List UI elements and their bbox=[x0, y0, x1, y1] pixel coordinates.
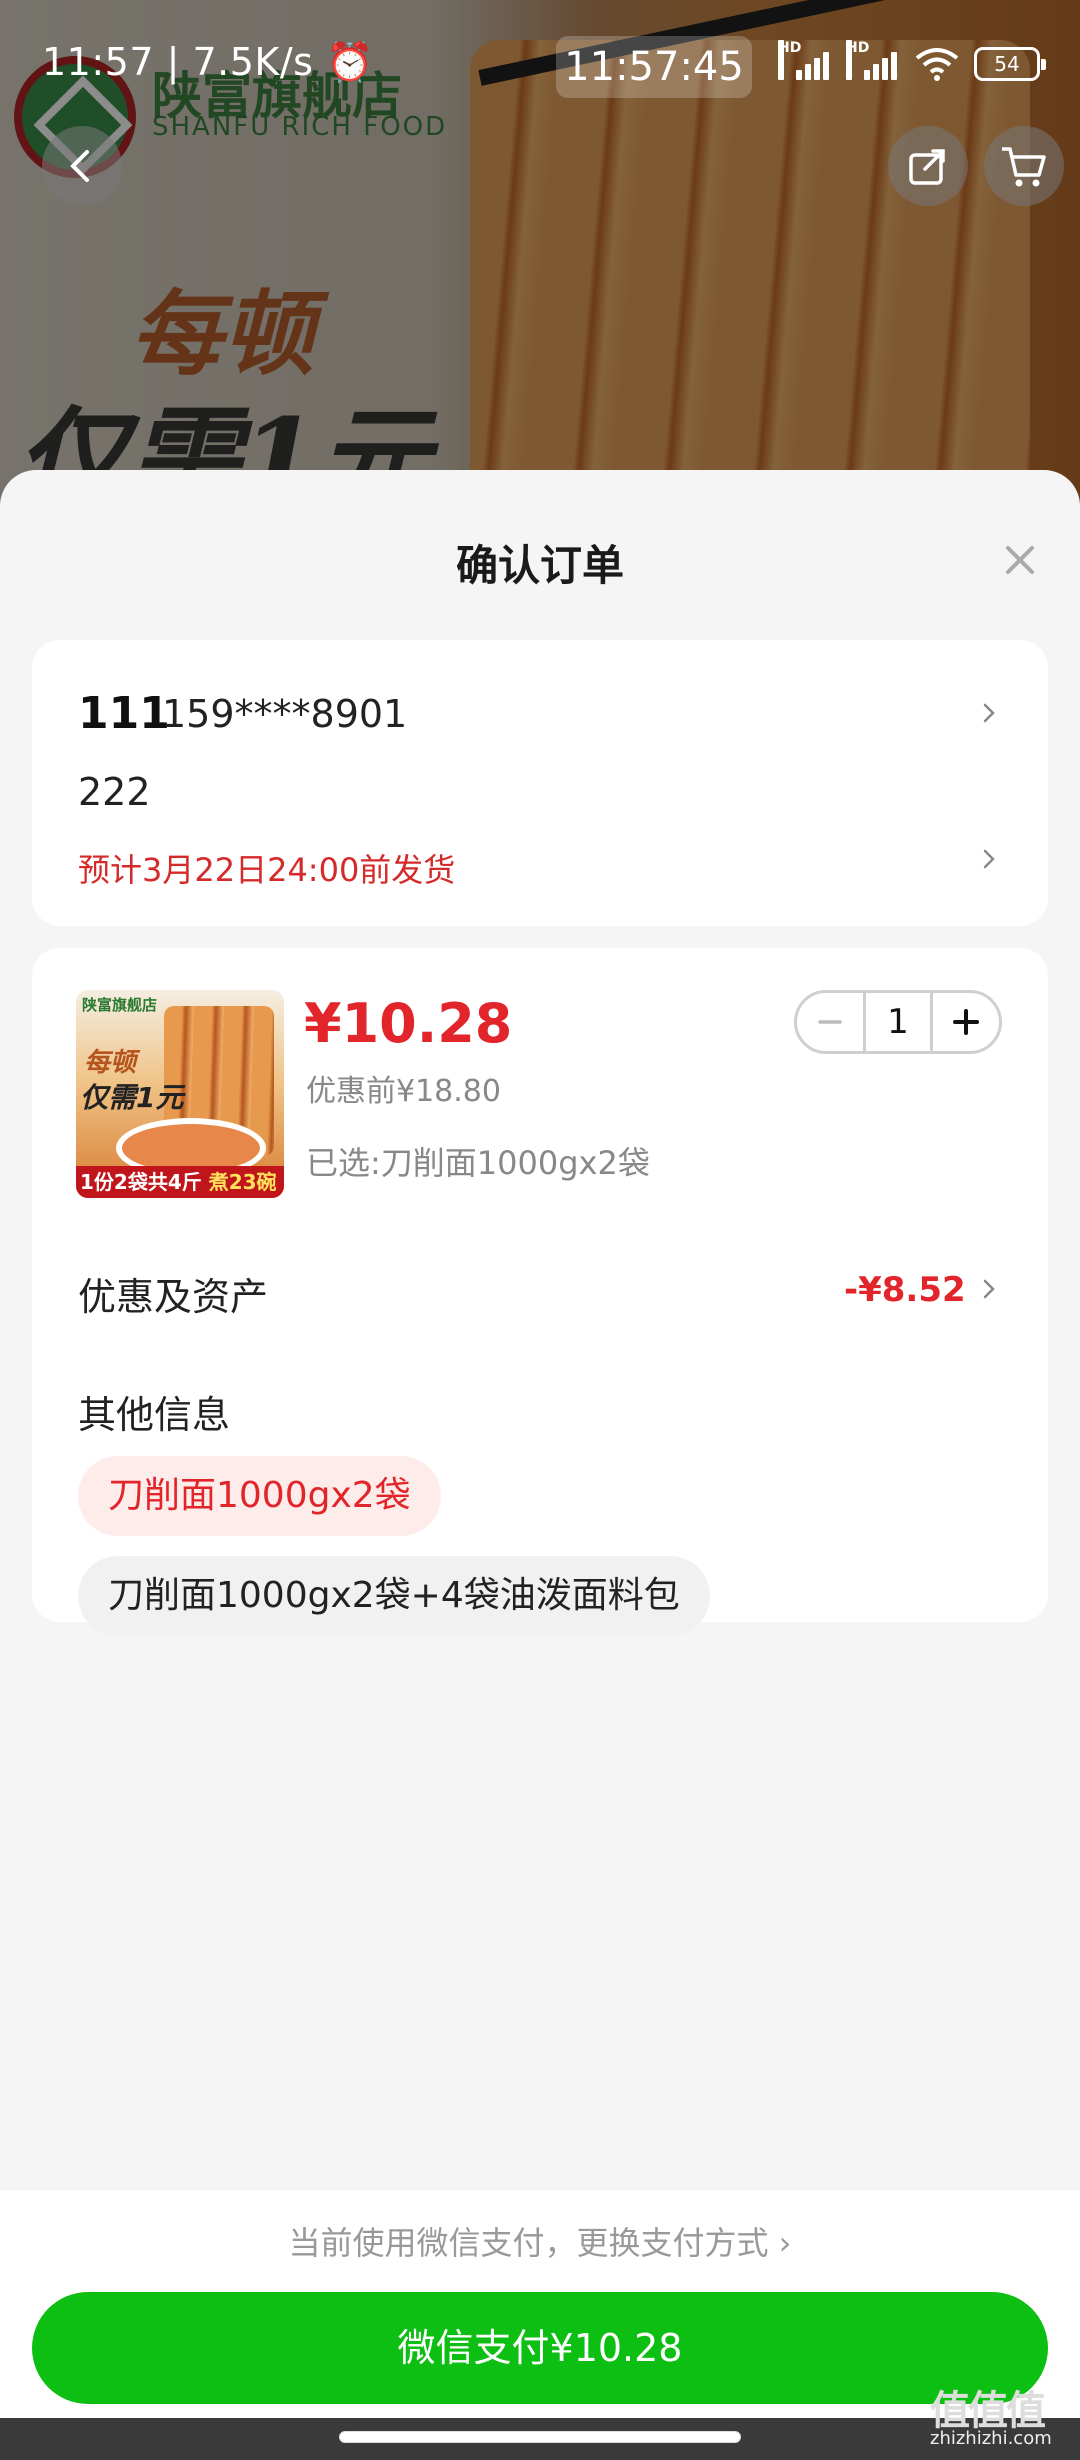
status-icons: HD HD 54 bbox=[778, 40, 1046, 84]
quantity-stepper: 1 bbox=[794, 990, 1002, 1054]
chevron-right-icon[interactable] bbox=[978, 1278, 1000, 1300]
status-time-speed: 11:57 | 7.5K/s ⏰ bbox=[42, 40, 374, 84]
selected-spec: 已选:刀削面1000gx2袋 bbox=[306, 1144, 650, 1182]
cart-icon bbox=[1002, 147, 1046, 187]
recipient-name: 111 bbox=[78, 688, 170, 739]
item-card: 陕富旗舰店 每顿 仅需1元 1份2袋共4斤 煮23碗 ¥10.28 优惠前¥18… bbox=[32, 948, 1048, 1636]
order-confirm-sheet: 确认订单 111 159****8901 222 预计3月22日24:00前发货… bbox=[0, 470, 1080, 2460]
address-card[interactable]: 111 159****8901 222 预计3月22日24:00前发货 bbox=[32, 640, 1048, 926]
increase-button[interactable] bbox=[933, 993, 999, 1051]
signal-icon: HD bbox=[778, 40, 832, 84]
chevron-left-icon bbox=[70, 150, 89, 182]
wifi-icon bbox=[915, 48, 959, 81]
close-icon[interactable] bbox=[1000, 540, 1040, 580]
original-price: 优惠前¥18.80 bbox=[306, 1074, 501, 1109]
change-payment-link[interactable]: 当前使用微信支付，更换支付方式 › bbox=[0, 2218, 1080, 2264]
discount-value[interactable]: -¥8.52 bbox=[844, 1270, 966, 1310]
status-bar: 11:57 | 7.5K/s ⏰ 11:57:45 HD HD 54 bbox=[0, 36, 1080, 98]
share-icon bbox=[909, 149, 945, 185]
home-indicator[interactable] bbox=[340, 2432, 740, 2442]
item-price: ¥10.28 bbox=[304, 992, 513, 1055]
battery-icon: 54 bbox=[974, 47, 1046, 81]
minus-icon bbox=[818, 1020, 842, 1024]
back-button[interactable] bbox=[42, 126, 122, 206]
sheet-title: 确认订单 bbox=[455, 541, 624, 590]
other-info-label: 其他信息 bbox=[78, 1393, 231, 1437]
option-chip-selected[interactable]: 刀削面1000gx2袋 bbox=[78, 1456, 441, 1536]
option-chip[interactable]: 刀削面1000gx2袋+4袋油泼面料包 bbox=[78, 1556, 710, 1636]
watermark-url: zhizhizhi.com bbox=[930, 2428, 1052, 2449]
discount-label: 优惠及资产 bbox=[78, 1275, 269, 1319]
chevron-right-icon bbox=[983, 703, 995, 723]
quantity-value[interactable]: 1 bbox=[863, 993, 933, 1051]
share-button[interactable] bbox=[888, 126, 968, 206]
wechat-pay-button[interactable]: 微信支付¥10.28 bbox=[32, 2292, 1048, 2404]
shipping-estimate: 预计3月22日24:00前发货 bbox=[78, 851, 456, 889]
recipient-phone: 159****8901 bbox=[162, 692, 408, 736]
decrease-button[interactable] bbox=[797, 993, 863, 1051]
chevron-right-icon[interactable] bbox=[978, 848, 1000, 870]
cart-button[interactable] bbox=[984, 126, 1064, 206]
plus-icon bbox=[953, 1009, 979, 1035]
product-thumbnail: 陕富旗舰店 每顿 仅需1元 1份2袋共4斤 煮23碗 bbox=[76, 990, 284, 1198]
signal-icon: HD bbox=[846, 40, 900, 84]
status-clock: 11:57:45 bbox=[556, 36, 752, 98]
address-line: 222 bbox=[78, 770, 151, 814]
